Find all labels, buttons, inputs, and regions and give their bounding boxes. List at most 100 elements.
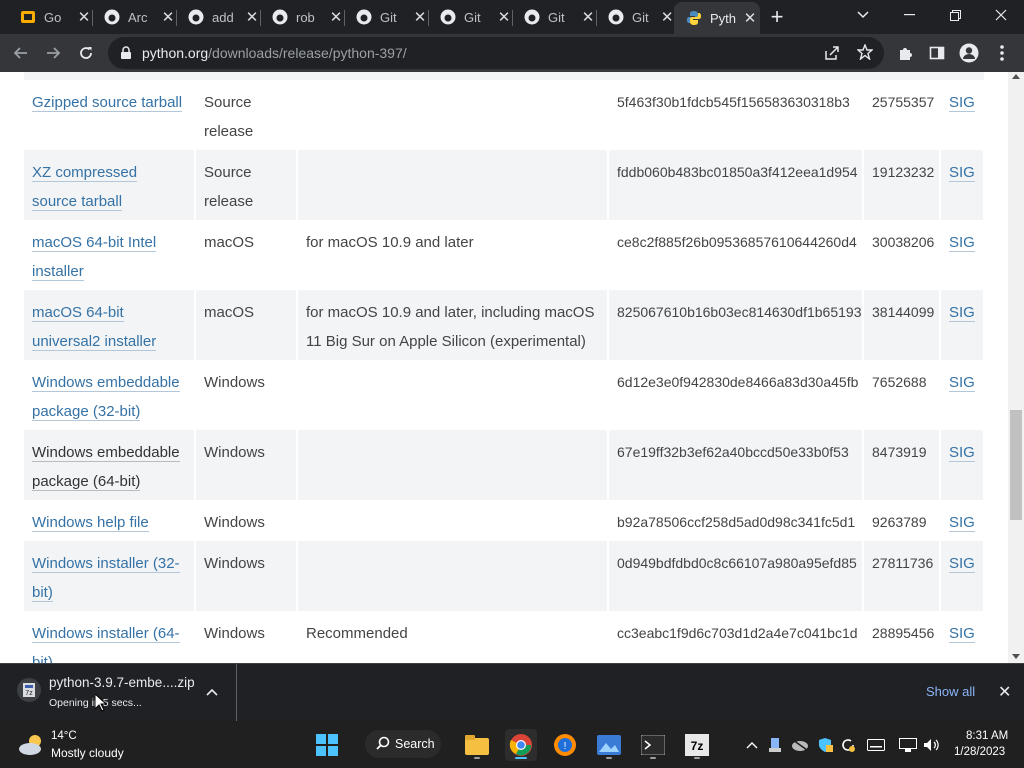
tab-go[interactable]: Go ✕ [8, 2, 92, 32]
cloud-offline-icon[interactable] [790, 735, 810, 755]
chevron-up-icon[interactable] [205, 684, 221, 700]
sync-icon[interactable] [838, 735, 858, 755]
weather-condition: Mostly cloudy [51, 746, 124, 760]
close-icon[interactable]: ✕ [580, 9, 596, 26]
os-cell: Windows [195, 360, 298, 430]
sig-link[interactable]: SIG [949, 164, 975, 182]
file-link[interactable]: Windows installer (64-bit) [32, 625, 180, 663]
md5-cell: 5f463f30b1fdcb545f156583630318b3 [608, 80, 864, 150]
sig-link[interactable]: SIG [949, 234, 975, 252]
close-icon[interactable]: ✕ [160, 9, 176, 26]
url-text[interactable]: python.org/downloads/release/python-397/ [142, 45, 407, 61]
security-shield-icon[interactable] [815, 735, 835, 755]
chrome-menu-icon[interactable] [987, 38, 1017, 68]
keyboard-icon[interactable] [866, 735, 886, 755]
network-icon[interactable] [898, 735, 918, 755]
photos-app-icon[interactable] [593, 729, 625, 761]
volume-icon[interactable] [922, 735, 942, 755]
restore-button[interactable] [932, 0, 978, 30]
size-cell: 9263789 [863, 500, 941, 541]
download-item[interactable]: 7z python-3.9.7-embe....zip Opening in 5… [0, 664, 237, 721]
github-icon [188, 9, 204, 25]
description-cell [297, 541, 609, 611]
file-explorer-icon[interactable] [461, 729, 493, 761]
scroll-up-arrow[interactable] [1012, 74, 1020, 79]
size-cell: 27811736 [863, 541, 941, 611]
size-cell: 19123232 [863, 150, 941, 220]
tab-github-arc[interactable]: Arc ✕ [92, 2, 176, 32]
new-tab-button[interactable]: + [766, 6, 788, 28]
page-scrollbar[interactable] [1008, 72, 1024, 663]
terminal-icon[interactable] [637, 729, 669, 761]
start-button[interactable] [311, 729, 343, 761]
sig-link[interactable]: SIG [949, 555, 975, 573]
file-link[interactable]: Gzipped source tarball [32, 94, 183, 112]
close-window-button[interactable] [978, 0, 1024, 30]
chevron-up-icon[interactable] [742, 735, 762, 755]
github-icon [524, 9, 540, 25]
bookmark-star-icon[interactable] [856, 43, 874, 65]
chrome-taskbar-icon[interactable] [505, 729, 537, 761]
tab-title: Git [548, 9, 565, 25]
sig-link[interactable]: SIG [949, 94, 975, 112]
sig-link[interactable]: SIG [949, 444, 975, 462]
sig-link[interactable]: SIG [949, 625, 975, 643]
file-link[interactable]: Windows embeddable package (64-bit) [32, 444, 180, 491]
close-icon[interactable]: ✕ [998, 682, 1011, 702]
tab-github-3[interactable]: Git ✕ [512, 2, 596, 32]
tab-github-add[interactable]: add ✕ [176, 2, 260, 32]
file-link[interactable]: Windows installer (32-bit) [32, 555, 180, 602]
close-icon[interactable]: ✕ [244, 9, 260, 26]
sig-link[interactable]: SIG [949, 514, 975, 532]
size-cell: 25755357 [863, 80, 941, 150]
tab-search-icon[interactable] [840, 0, 886, 30]
github-icon [356, 9, 372, 25]
app-shield-icon[interactable]: ! [549, 729, 581, 761]
close-icon[interactable]: ✕ [412, 9, 428, 26]
profile-avatar-icon[interactable] [954, 38, 984, 68]
tab-github-4[interactable]: Git ✕ [596, 2, 674, 32]
close-icon[interactable]: ✕ [660, 9, 674, 26]
7zip-icon[interactable]: 7z [681, 729, 713, 761]
os-cell: macOS [195, 220, 298, 290]
weather-cloud-icon[interactable] [17, 733, 45, 762]
file-link[interactable]: macOS 64-bit Intel installer [32, 234, 157, 281]
share-icon[interactable] [824, 45, 840, 66]
address-bar[interactable]: python.org/downloads/release/python-397/ [108, 37, 884, 69]
clock-date[interactable]: 1/28/2023 [954, 746, 1005, 758]
file-link[interactable]: macOS 64-bit universal2 installer [32, 304, 157, 351]
taskbar-search-button[interactable]: Search [365, 730, 441, 758]
close-icon[interactable]: ✕ [76, 9, 92, 26]
lock-icon[interactable] [120, 46, 132, 65]
scrollbar-thumb[interactable] [1010, 410, 1022, 520]
show-all-link[interactable]: Show all [926, 684, 975, 699]
sig-link[interactable]: SIG [949, 374, 975, 392]
search-icon [376, 736, 390, 753]
reload-button[interactable] [71, 38, 101, 68]
file-link[interactable]: XZ compressed source tarball [32, 164, 138, 211]
file-link[interactable]: Windows help file [32, 514, 149, 532]
scroll-down-arrow[interactable] [1012, 654, 1020, 659]
extensions-icon[interactable] [890, 38, 920, 68]
md5-cell: cc3eabc1f9d6c703d1d2a4e7c041bc1d [608, 611, 864, 663]
github-icon [608, 9, 624, 25]
tab-title: Pyth [710, 10, 736, 26]
clock-time[interactable]: 8:31 AM [966, 730, 1008, 742]
close-icon[interactable]: ✕ [742, 10, 758, 27]
tab-python-active[interactable]: Pyth ✕ [674, 2, 760, 34]
sig-link[interactable]: SIG [949, 304, 975, 322]
tab-github-2[interactable]: Git ✕ [428, 2, 512, 32]
back-button[interactable] [6, 38, 36, 68]
md5-cell: ce8c2f885f26b09536857610644260d4 [608, 220, 864, 290]
tab-github-1[interactable]: Git ✕ [344, 2, 428, 32]
minimize-button[interactable] [886, 0, 932, 30]
forward-button[interactable] [38, 38, 68, 68]
usb-device-icon[interactable] [765, 735, 785, 755]
description-cell: for macOS 10.9 and later, including macO… [297, 290, 609, 360]
side-panel-icon[interactable] [922, 38, 952, 68]
close-icon[interactable]: ✕ [328, 9, 344, 26]
tab-title: Git [380, 9, 397, 25]
close-icon[interactable]: ✕ [496, 9, 512, 26]
tab-github-rob[interactable]: rob ✕ [260, 2, 344, 32]
file-link[interactable]: Windows embeddable package (32-bit) [32, 374, 180, 421]
